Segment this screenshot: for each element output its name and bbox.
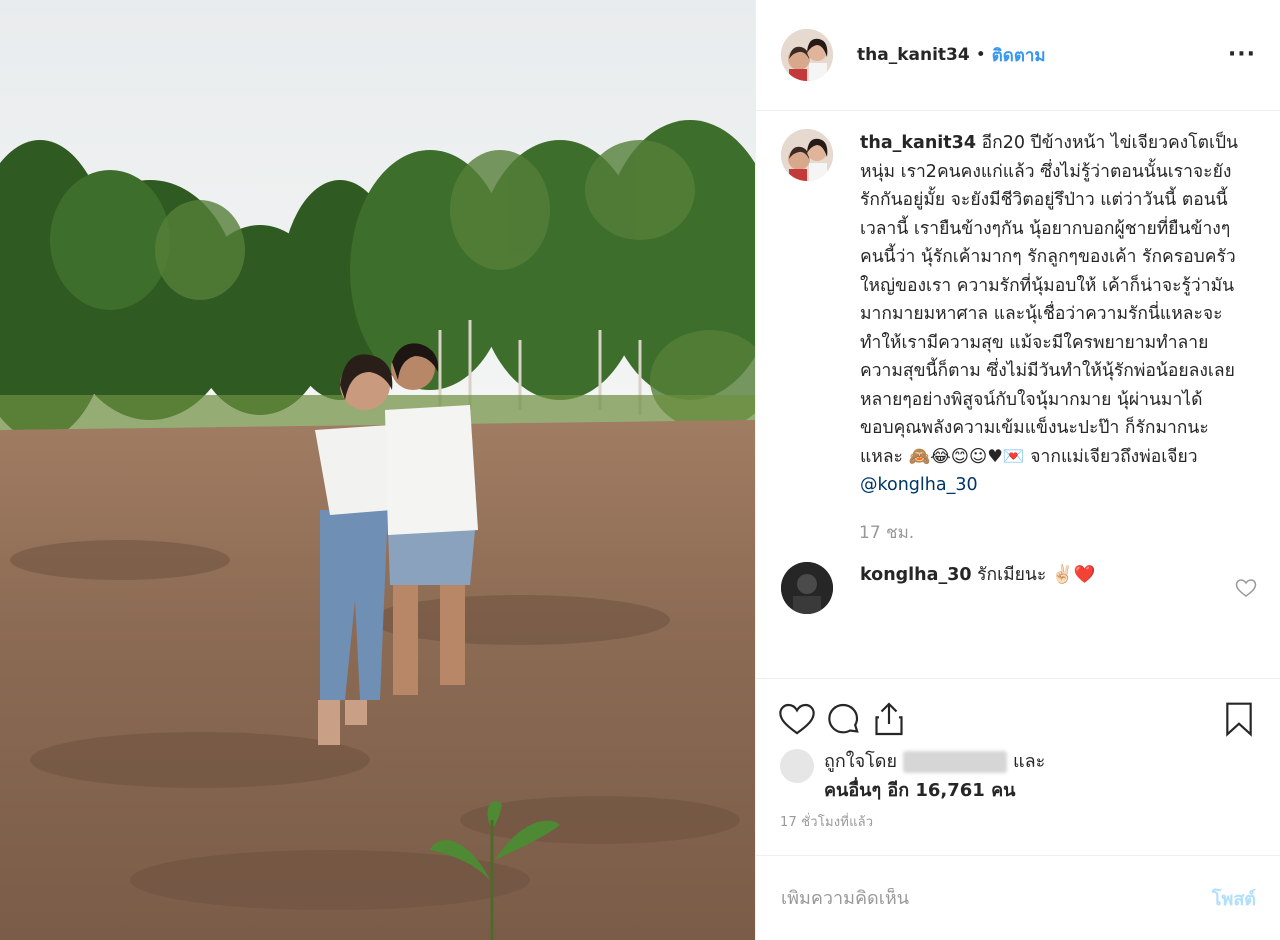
separator-dot: • [975, 45, 986, 65]
post-comment-button[interactable]: โพสต์ [1212, 884, 1256, 913]
likes-others-count[interactable]: คนอื่นๆ อีก 16,761 คน [824, 780, 1015, 801]
liker-avatar[interactable] [780, 749, 814, 783]
caption: tha_kanit34 อีก20 ปีข้างหน้า ไข่เจียวคงโ… [781, 129, 1256, 500]
bookmark-icon [1226, 702, 1252, 737]
instagram-post: tha_kanit34 • ติดตาม ··· tha_kanit34 อีก… [0, 0, 1280, 940]
avatar-image [781, 29, 833, 81]
likes-summary: ถูกใจโดย และ คนอื่นๆ อีก 16,761 คน [756, 741, 1280, 805]
save-button[interactable] [1218, 698, 1260, 740]
add-comment-bar: โพสต์ [756, 855, 1280, 940]
post-timestamp[interactable]: 17 ชั่วโมงที่แล้ว [756, 805, 1280, 853]
post-image [0, 0, 755, 940]
post-header: tha_kanit34 • ติดตาม ··· [756, 0, 1280, 111]
caption-time-ago[interactable]: 17 ชม. [859, 519, 1256, 546]
comment-body: konglha_30 รักเมียนะ ✌🏻❤️ [860, 562, 1095, 588]
post-side-panel: tha_kanit34 • ติดตาม ··· tha_kanit34 อีก… [755, 0, 1280, 940]
comments-section: tha_kanit34 อีก20 ปีข้างหน้า ไข่เจียวคงโ… [756, 111, 1280, 679]
likes-text: ถูกใจโดย และ คนอื่นๆ อีก 16,761 คน [824, 747, 1045, 805]
post-photo[interactable] [0, 0, 755, 940]
author-avatar[interactable] [781, 29, 833, 81]
caption-body: tha_kanit34 อีก20 ปีข้างหน้า ไข่เจียวคงโ… [860, 129, 1245, 500]
add-comment-input[interactable] [781, 887, 1212, 909]
comment-like-heart-icon[interactable] [1234, 576, 1258, 600]
liker-username-blurred [903, 751, 1008, 773]
caption-mention[interactable]: @konglha_30 [860, 475, 978, 495]
avatar-image [781, 129, 833, 181]
comment-button[interactable] [822, 698, 864, 740]
comment-username[interactable]: konglha_30 [860, 565, 972, 585]
like-button[interactable] [776, 698, 818, 740]
caption-username[interactable]: tha_kanit34 [860, 133, 976, 153]
share-button[interactable] [868, 698, 910, 740]
caption-author-avatar[interactable] [781, 129, 833, 181]
more-options-button[interactable]: ··· [1228, 44, 1256, 66]
liked-by-label: ถูกใจโดย [824, 751, 898, 772]
comment-text: รักเมียนะ ✌🏻❤️ [977, 564, 1096, 585]
commenter-avatar[interactable] [781, 561, 833, 614]
heart-icon [779, 703, 815, 735]
comment-icon [828, 703, 859, 734]
author-username[interactable]: tha_kanit34 [857, 45, 970, 65]
share-icon [875, 702, 903, 736]
action-bar [756, 679, 1280, 741]
caption-text: อีก20 ปีข้างหน้า ไข่เจียวคงโตเป็นหนุ่ม เ… [860, 133, 1239, 467]
avatar-image [781, 561, 833, 614]
likes-and-label: และ [1013, 751, 1046, 772]
comment-item: konglha_30 รักเมียนะ ✌🏻❤️ [781, 561, 1258, 614]
follow-button[interactable]: ติดตาม [992, 42, 1046, 69]
